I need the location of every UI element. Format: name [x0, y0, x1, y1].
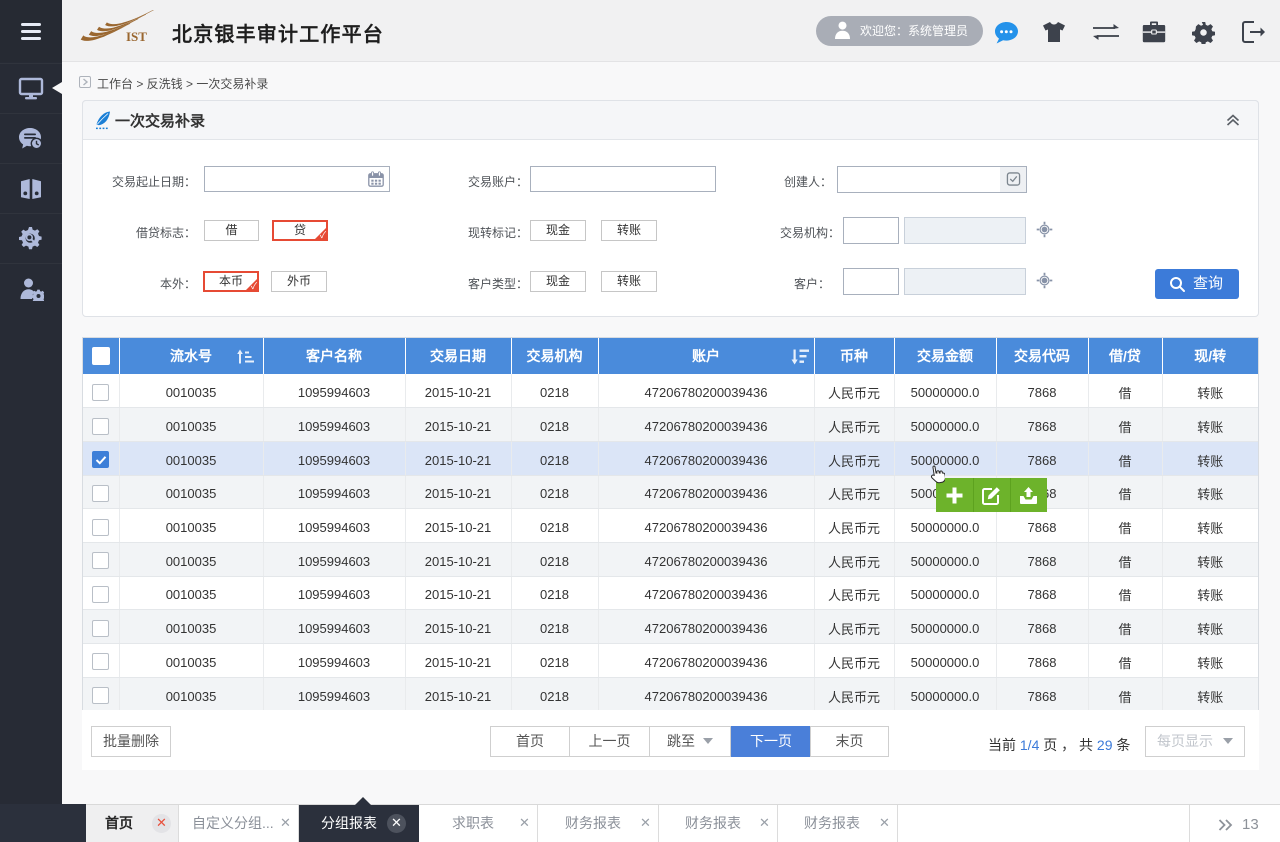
svg-text:IST: IST [126, 29, 147, 44]
